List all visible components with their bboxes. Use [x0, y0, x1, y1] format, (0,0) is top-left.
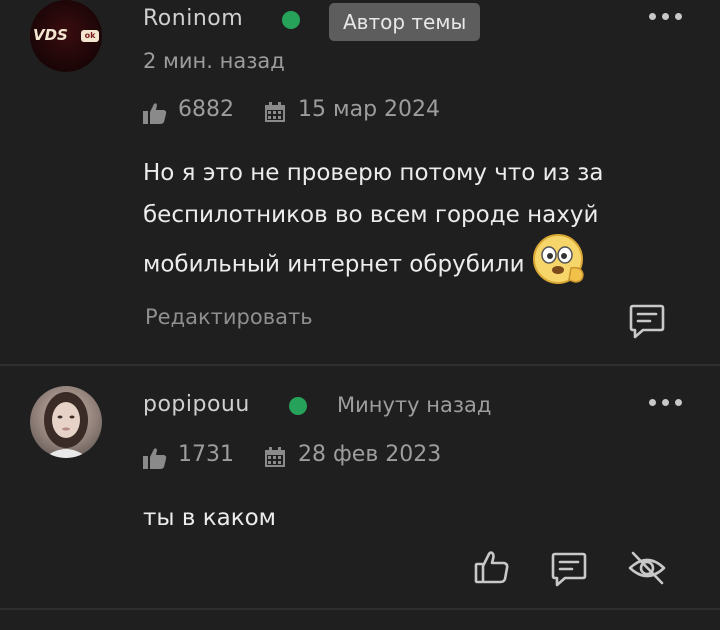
post-body: Но я это не проверю потому что из за бес… [143, 152, 643, 294]
username-roninom[interactable]: Roninom [143, 6, 243, 31]
like-count: 6882 [178, 97, 234, 122]
more-dots-icon[interactable] [645, 396, 685, 408]
shocked-face-emoji-icon [531, 232, 589, 290]
thumb-up-icon [142, 101, 168, 125]
reply-bubble-icon[interactable] [627, 300, 667, 340]
post-time: 2 мин. назад [143, 49, 285, 73]
more-dots-icon[interactable] [645, 10, 685, 22]
post-date: 15 мар 2024 [298, 97, 441, 122]
reply-bubble-icon[interactable] [549, 548, 589, 588]
username-popipouu[interactable]: popipouu [143, 392, 250, 417]
author-badge: Автор темы [329, 3, 481, 41]
calendar-icon [264, 446, 286, 468]
avatar-roninom[interactable]: VDS ok [30, 0, 102, 72]
online-status-dot [282, 11, 300, 29]
edit-link[interactable]: Редактировать [145, 305, 313, 329]
post-separator [0, 608, 720, 610]
like-outline-icon[interactable] [472, 548, 512, 588]
post-date: 28 фев 2023 [298, 442, 442, 467]
calendar-icon [264, 101, 286, 123]
eye-off-icon[interactable] [627, 548, 667, 588]
post-body: ты в каком [143, 505, 277, 531]
thumb-up-icon [142, 446, 168, 470]
online-status-dot [289, 397, 307, 415]
avatar-popipouu[interactable] [30, 386, 102, 458]
post-time: Минуту назад [337, 393, 492, 417]
like-count: 1731 [178, 442, 234, 467]
avatar-logo-text: VDS [33, 26, 68, 44]
avatar-logo-badge: ok [81, 30, 99, 42]
